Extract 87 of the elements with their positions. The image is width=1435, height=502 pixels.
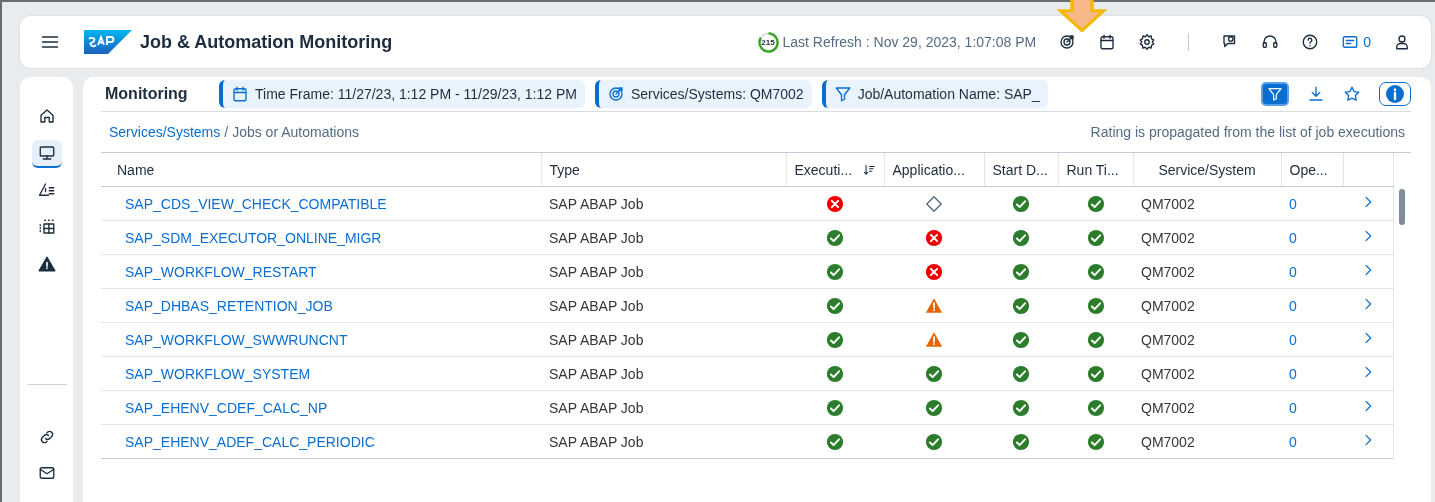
table-cell: SAP ABAP Job <box>549 399 644 416</box>
filter-chip[interactable]: Job/Automation Name: SAP_ <box>821 80 1048 108</box>
message-icon <box>1341 33 1360 51</box>
table-cell: SAP ABAP Job <box>549 263 644 280</box>
open-count-link[interactable]: 0 <box>1289 433 1297 450</box>
calendar-icon <box>1098 33 1117 51</box>
alert-list-icon <box>37 181 56 199</box>
target-icon <box>606 85 625 103</box>
page-title: Monitoring <box>104 85 189 103</box>
filter-button[interactable] <box>1261 82 1289 106</box>
grid-icon <box>37 218 56 236</box>
job-name-link[interactable]: SAP_EHENV_CDEF_CALC_NP <box>125 399 328 416</box>
job-name-link[interactable]: SAP_EHENV_ADEF_CALC_PERIODIC <box>125 433 375 450</box>
table-cell: QM7002 <box>1141 195 1195 212</box>
filter-icon <box>833 85 852 103</box>
column-header[interactable]: Ope... <box>1281 152 1343 187</box>
star-icon <box>1343 85 1361 103</box>
info-icon <box>1385 84 1405 104</box>
home-icon <box>37 107 56 125</box>
column-header[interactable]: Service/System <box>1133 152 1281 187</box>
column-header[interactable]: Executi... <box>786 152 884 187</box>
sort-icon <box>861 162 876 177</box>
column-header[interactable]: Start D... <box>984 152 1058 187</box>
help-icon <box>1301 33 1320 51</box>
table-cell: QM7002 <box>1141 399 1195 416</box>
table-cell: QM7002 <box>1141 229 1195 246</box>
table-cell: SAP ABAP Job <box>549 365 644 382</box>
breadcrumb-link[interactable]: Services/Systems <box>109 124 221 140</box>
calendar-button[interactable] <box>1098 33 1117 51</box>
column-header[interactable]: Run Ti... <box>1058 152 1133 187</box>
logo-icon <box>84 30 132 54</box>
support-button[interactable] <box>1261 33 1280 51</box>
table-cell: SAP ABAP Job <box>549 195 644 212</box>
settings-icon <box>1138 33 1157 51</box>
breadcrumb-current: Jobs or Automations <box>232 124 359 140</box>
favorite-button[interactable] <box>1343 85 1361 103</box>
column-header[interactable]: Name <box>101 152 541 187</box>
user-icon <box>1393 33 1411 51</box>
job-name-link[interactable]: SAP_WORKFLOW_SWWRUNCNT <box>125 331 348 348</box>
open-count-link[interactable]: 0 <box>1289 365 1297 382</box>
column-header[interactable]: Applicatio... <box>884 152 984 187</box>
job-name-link[interactable]: SAP_CDS_VIEW_CHECK_COMPATIBLE <box>125 195 387 212</box>
headset-icon <box>1261 33 1280 51</box>
mail-icon <box>37 464 56 482</box>
user-button[interactable] <box>1393 33 1411 51</box>
download-icon <box>1307 85 1325 103</box>
filter-chip[interactable]: Services/Systems: QM7002 <box>594 80 812 108</box>
table-cell: SAP ABAP Job <box>549 297 644 314</box>
filter-chip[interactable]: Time Frame: 11/27/23, 1:12 PM - 11/29/23, 1:12 PM <box>219 80 585 108</box>
table-cell: QM7002 <box>1141 331 1195 348</box>
table-cell: SAP ABAP Job <box>549 229 644 246</box>
open-count-link[interactable]: 0 <box>1289 263 1297 280</box>
open-count-link[interactable]: 0 <box>1289 229 1297 246</box>
refresh-counter: 215 <box>757 31 779 53</box>
table-cell: SAP ABAP Job <box>549 331 644 348</box>
app-title: Job & Automation Monitoring <box>140 31 393 53</box>
warning-icon <box>37 255 56 273</box>
settings-button[interactable] <box>1138 33 1157 51</box>
sidebar-item[interactable] <box>31 140 62 168</box>
download-button[interactable] <box>1307 85 1325 103</box>
job-name-link[interactable]: SAP_WORKFLOW_SYSTEM <box>125 365 311 382</box>
job-name-link[interactable]: SAP_DHBAS_RETENTION_JOB <box>125 297 333 314</box>
open-count-link[interactable]: 0 <box>1289 331 1297 348</box>
table-cell: QM7002 <box>1141 433 1195 450</box>
open-count-link[interactable]: 0 <box>1289 195 1297 212</box>
notifications-button[interactable]: 0 <box>1341 33 1371 51</box>
monitor-icon <box>37 144 56 162</box>
info-button[interactable] <box>1379 82 1411 106</box>
table-cell: SAP ABAP Job <box>549 433 644 450</box>
table-cell: QM7002 <box>1141 263 1195 280</box>
target-button[interactable] <box>1058 33 1077 51</box>
table-cell: QM7002 <box>1141 365 1195 382</box>
target-icon <box>1058 33 1077 51</box>
job-name-link[interactable]: SAP_SDM_EXECUTOR_ONLINE_MIGR <box>125 229 382 246</box>
filter-icon <box>1267 86 1283 102</box>
help-button[interactable] <box>1301 33 1320 51</box>
job-name-link[interactable]: SAP_WORKFLOW_RESTART <box>125 263 317 280</box>
breadcrumb-separator: / <box>224 124 229 140</box>
arrow-annotation-icon <box>1057 0 1107 32</box>
column-header[interactable]: Type <box>541 152 786 187</box>
scrollbar-thumb[interactable] <box>1398 188 1405 225</box>
rating-note: Rating is propagated from the list of job executions <box>1090 124 1405 140</box>
open-count-link[interactable]: 0 <box>1289 297 1297 314</box>
calendar-icon <box>231 85 249 103</box>
table-cell: QM7002 <box>1141 297 1195 314</box>
open-count-link[interactable]: 0 <box>1289 399 1297 416</box>
last-refresh-text: Last Refresh : Nov 29, 2023, 1:07:08 PM <box>782 34 1037 50</box>
